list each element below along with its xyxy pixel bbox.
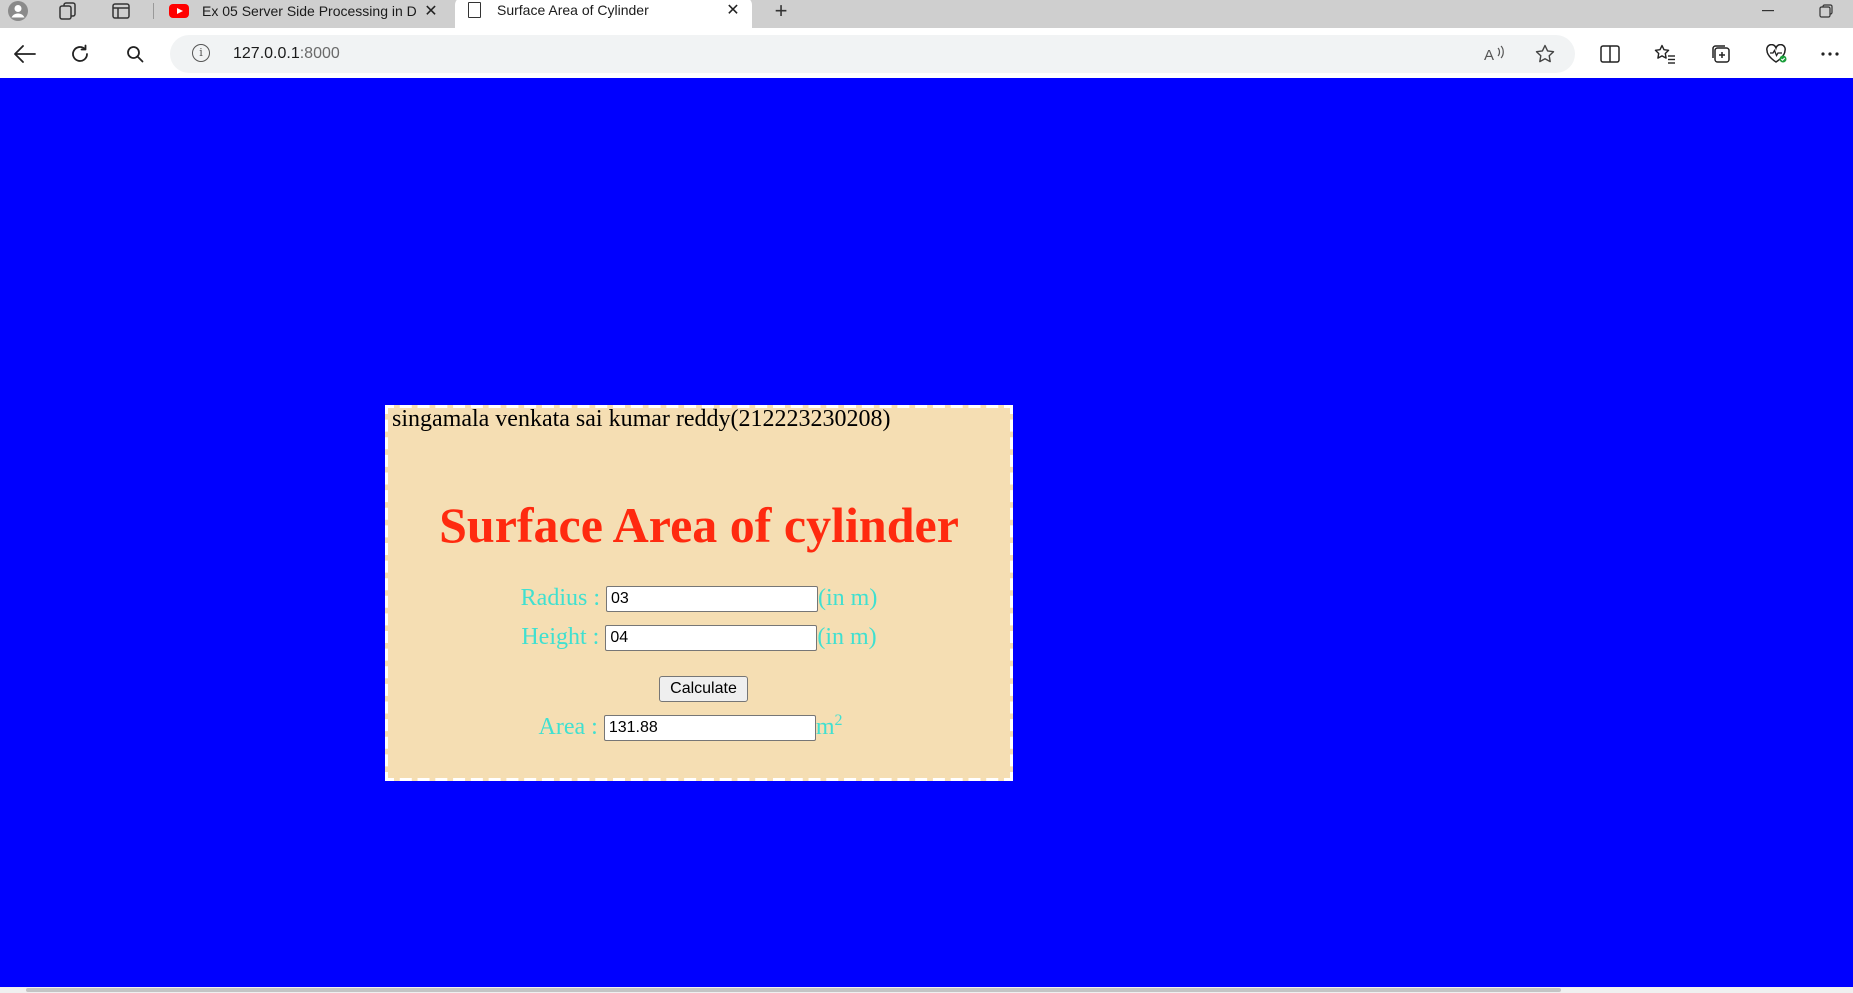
browser-tab-strip: Ex 05 Server Side Processing in D ✕ Surf… bbox=[0, 0, 1853, 31]
collections-icon[interactable] bbox=[1705, 38, 1737, 70]
favorites-icon[interactable] bbox=[1649, 38, 1681, 70]
scrollbar-thumb[interactable] bbox=[26, 988, 1561, 992]
back-arrow-icon[interactable] bbox=[9, 38, 41, 70]
new-tab-icon[interactable]: + bbox=[768, 0, 794, 23]
height-label: Height : bbox=[521, 624, 600, 650]
height-input[interactable] bbox=[605, 624, 818, 651]
tab-title: Ex 05 Server Side Processing in D bbox=[202, 3, 417, 19]
radius-unit: (in m) bbox=[818, 585, 878, 611]
tab-title: Surface Area of Cylinder bbox=[497, 1, 649, 18]
page-viewport: singamala venkata sai kumar reddy(212223… bbox=[0, 78, 1853, 993]
area-output[interactable] bbox=[603, 714, 816, 741]
svg-text:A: A bbox=[1484, 47, 1494, 63]
area-unit-exponent: 2 bbox=[834, 712, 843, 729]
url-text[interactable]: 127.0.0.1:8000 bbox=[233, 45, 340, 63]
site-info-icon[interactable]: i bbox=[192, 44, 210, 62]
tab-youtube[interactable]: Ex 05 Server Side Processing in D ✕ bbox=[160, 0, 450, 22]
tab-surface-area[interactable]: Surface Area of Cylinder ✕ bbox=[455, 0, 752, 28]
page-heading: Surface Area of cylinder bbox=[439, 497, 959, 553]
horizontal-scrollbar[interactable] bbox=[0, 987, 1853, 993]
youtube-icon bbox=[168, 3, 190, 19]
search-icon[interactable] bbox=[119, 38, 151, 70]
workspaces-icon[interactable] bbox=[54, 0, 82, 22]
calculate-button[interactable]: Calculate bbox=[659, 676, 748, 702]
radius-input[interactable] bbox=[606, 585, 818, 612]
more-options-icon[interactable] bbox=[1814, 38, 1846, 70]
radius-label: Radius : bbox=[520, 585, 600, 611]
radius-row: Radius : (in m) bbox=[388, 585, 1010, 612]
area-label: Area : bbox=[538, 714, 598, 740]
profile-icon[interactable] bbox=[4, 0, 32, 22]
minimize-icon[interactable] bbox=[1748, 0, 1788, 22]
close-icon[interactable]: ✕ bbox=[722, 0, 744, 20]
document-icon bbox=[463, 1, 485, 18]
area-row: Area : m2 bbox=[371, 712, 1010, 741]
vertical-tabs-icon[interactable] bbox=[107, 0, 135, 22]
close-icon[interactable]: ✕ bbox=[420, 1, 442, 21]
split-screen-icon[interactable] bbox=[1594, 38, 1626, 70]
restore-icon[interactable] bbox=[1806, 0, 1846, 22]
tab-divider bbox=[153, 3, 154, 19]
url-host: 127.0.0.1 bbox=[233, 45, 300, 62]
area-unit: m2 bbox=[815, 712, 843, 741]
area-unit-base: m bbox=[815, 714, 835, 740]
read-aloud-icon[interactable]: A bbox=[1482, 41, 1508, 67]
favorite-star-icon[interactable] bbox=[1532, 41, 1558, 67]
calculator-panel: singamala venkata sai kumar reddy(212223… bbox=[382, 402, 1016, 784]
author-line: singamala venkata sai kumar reddy(212223… bbox=[392, 406, 891, 432]
address-bar[interactable]: i 127.0.0.1:8000 A bbox=[170, 35, 1575, 73]
height-row: Height : (in m) bbox=[388, 624, 1010, 651]
height-unit: (in m) bbox=[817, 624, 877, 650]
browser-essentials-icon[interactable] bbox=[1760, 38, 1792, 70]
browser-toolbar: i 127.0.0.1:8000 A bbox=[0, 28, 1853, 78]
url-port: :8000 bbox=[299, 45, 340, 62]
refresh-icon[interactable] bbox=[64, 38, 96, 70]
